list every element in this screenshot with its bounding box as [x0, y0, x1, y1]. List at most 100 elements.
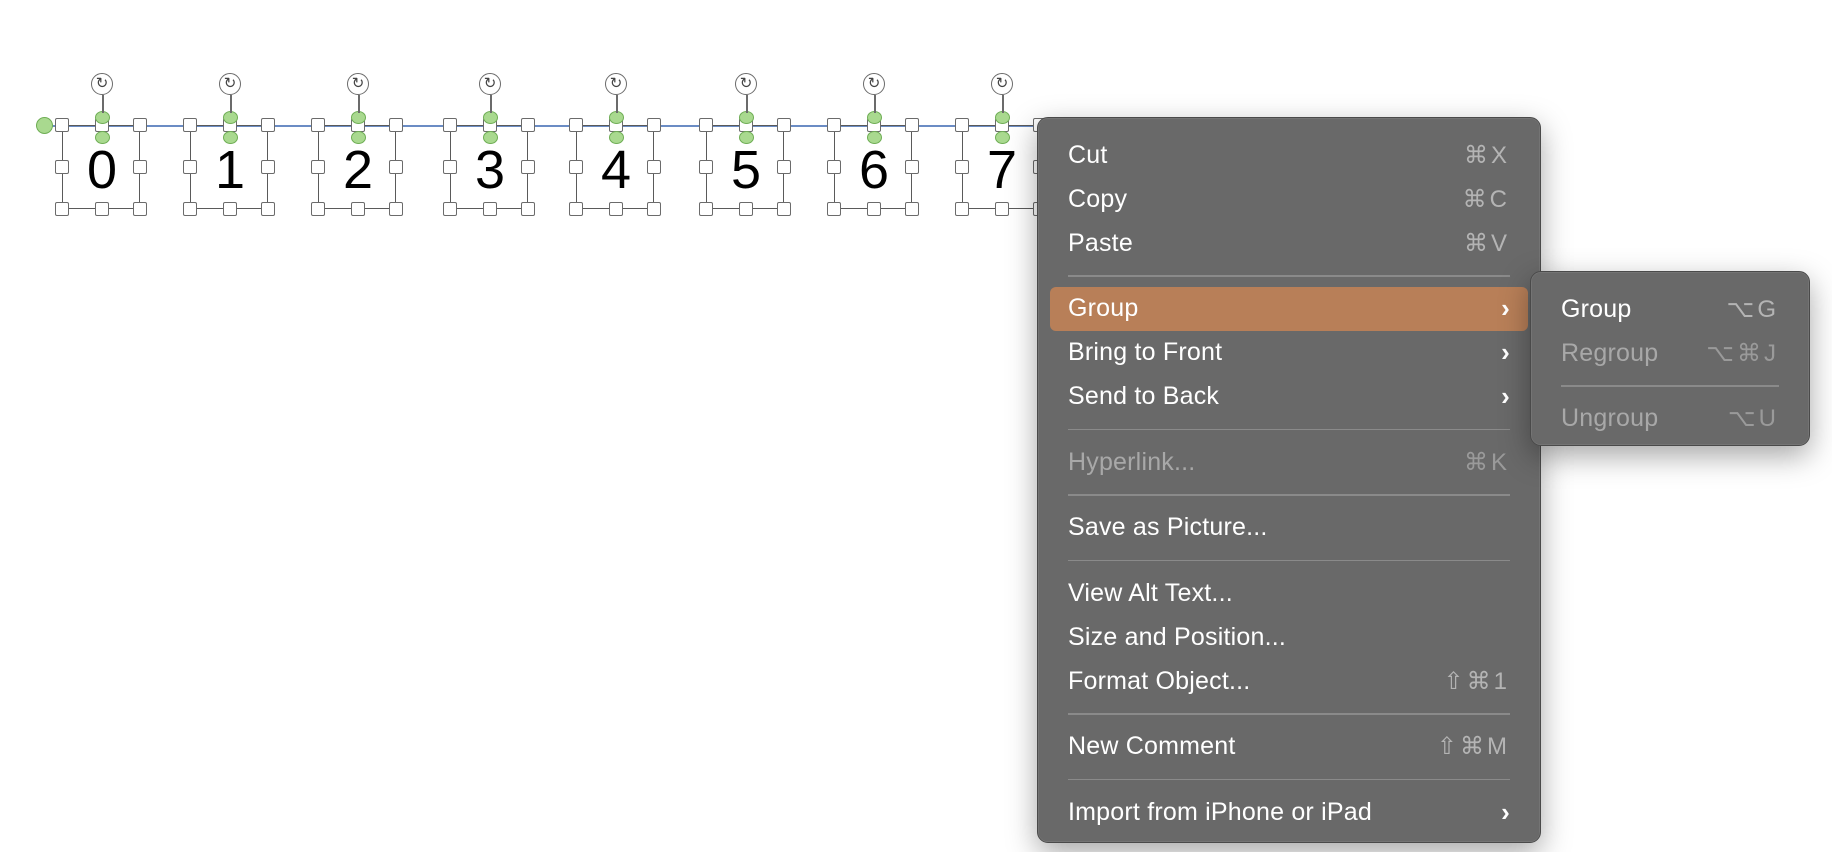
resize-handle[interactable]	[55, 160, 69, 174]
resize-handle[interactable]	[777, 202, 791, 216]
shortcut-label: ⌘X	[1463, 141, 1510, 169]
resize-handle[interactable]	[777, 118, 791, 132]
resize-handle[interactable]	[827, 202, 841, 216]
rotate-icon[interactable]: ↻	[347, 73, 369, 95]
resize-handle[interactable]	[699, 160, 713, 174]
rotate-icon[interactable]: ↻	[735, 73, 757, 95]
menu-item-cut[interactable]: Cut ⌘X	[1050, 133, 1528, 177]
rotate-icon[interactable]: ↻	[991, 73, 1013, 95]
resize-handle[interactable]	[699, 118, 713, 132]
line-start-handle[interactable]	[36, 117, 53, 134]
rotate-icon[interactable]: ↻	[605, 73, 627, 95]
submenu-item-group[interactable]: Group ⌥G	[1543, 287, 1797, 331]
resize-handle[interactable]	[647, 202, 661, 216]
resize-handle[interactable]	[569, 118, 583, 132]
resize-handle[interactable]	[133, 118, 147, 132]
resize-handle[interactable]	[223, 202, 237, 216]
resize-handle[interactable]	[183, 202, 197, 216]
resize-handle[interactable]	[443, 118, 457, 132]
menu-item-size-and-position[interactable]: Size and Position...	[1050, 615, 1528, 659]
menu-item-label: Import from iPhone or iPad	[1068, 797, 1372, 826]
menu-item-label: Paste	[1068, 228, 1133, 257]
resize-handle[interactable]	[777, 160, 791, 174]
rotate-icon[interactable]: ↻	[479, 73, 501, 95]
resize-handle[interactable]	[521, 202, 535, 216]
menu-item-send-to-back[interactable]: Send to Back ›	[1050, 375, 1528, 419]
resize-handle[interactable]	[955, 160, 969, 174]
menu-item-paste[interactable]: Paste ⌘V	[1050, 221, 1528, 265]
chevron-right-icon: ›	[1501, 337, 1510, 367]
resize-handle[interactable]	[955, 202, 969, 216]
adjustment-handle[interactable]	[223, 131, 238, 144]
rotate-icon[interactable]: ↻	[91, 73, 113, 95]
menu-item-label: Save as Picture...	[1068, 513, 1268, 541]
resize-handle[interactable]	[55, 202, 69, 216]
resize-handle[interactable]	[569, 202, 583, 216]
digit-label: 7	[986, 140, 1018, 200]
resize-handle[interactable]	[261, 118, 275, 132]
adjustment-handle[interactable]	[351, 131, 366, 144]
chevron-right-icon: ›	[1501, 293, 1510, 323]
menu-item-save-as-picture[interactable]: Save as Picture...	[1050, 506, 1528, 550]
resize-handle[interactable]	[261, 160, 275, 174]
resize-handle[interactable]	[443, 202, 457, 216]
digit-label: 6	[858, 140, 890, 200]
resize-handle[interactable]	[351, 202, 365, 216]
resize-handle[interactable]	[95, 202, 109, 216]
rotate-icon[interactable]: ↻	[219, 73, 241, 95]
adjustment-handle[interactable]	[95, 131, 110, 144]
digit-label: 3	[474, 140, 506, 200]
resize-handle[interactable]	[261, 202, 275, 216]
resize-handle[interactable]	[133, 202, 147, 216]
resize-handle[interactable]	[389, 118, 403, 132]
resize-handle[interactable]	[905, 118, 919, 132]
group-submenu: Group ⌥G Regroup ⌥⌘J Ungroup ⌥U	[1530, 271, 1810, 446]
rotation-stem	[874, 95, 876, 113]
shortcut-label: ⌘V	[1463, 229, 1510, 257]
resize-handle[interactable]	[389, 202, 403, 216]
resize-handle[interactable]	[521, 160, 535, 174]
menu-item-group[interactable]: Group ›	[1050, 286, 1528, 331]
menu-item-bring-to-front[interactable]: Bring to Front ›	[1050, 331, 1528, 375]
resize-handle[interactable]	[609, 202, 623, 216]
resize-handle[interactable]	[55, 118, 69, 132]
resize-handle[interactable]	[311, 118, 325, 132]
adjustment-handle[interactable]	[995, 131, 1010, 144]
menu-item-new-comment[interactable]: New Comment ⇧⌘M	[1050, 725, 1528, 769]
menu-item-format-object[interactable]: Format Object... ⇧⌘1	[1050, 659, 1528, 703]
resize-handle[interactable]	[483, 202, 497, 216]
rotation-stem	[746, 95, 748, 113]
adjustment-handle[interactable]	[867, 131, 882, 144]
rotate-icon[interactable]: ↻	[863, 73, 885, 95]
resize-handle[interactable]	[867, 202, 881, 216]
menu-item-label: Hyperlink...	[1068, 447, 1196, 476]
menu-item-view-alt-text[interactable]: View Alt Text...	[1050, 571, 1528, 615]
resize-handle[interactable]	[389, 160, 403, 174]
resize-handle[interactable]	[311, 160, 325, 174]
menu-item-label: Copy	[1068, 184, 1128, 213]
resize-handle[interactable]	[955, 118, 969, 132]
resize-handle[interactable]	[183, 118, 197, 132]
adjustment-handle[interactable]	[739, 131, 754, 144]
resize-handle[interactable]	[443, 160, 457, 174]
menu-item-copy[interactable]: Copy ⌘C	[1050, 177, 1528, 221]
resize-handle[interactable]	[647, 160, 661, 174]
menu-item-label: Regroup	[1561, 338, 1659, 367]
resize-handle[interactable]	[569, 160, 583, 174]
adjustment-handle[interactable]	[483, 131, 498, 144]
resize-handle[interactable]	[183, 160, 197, 174]
resize-handle[interactable]	[827, 160, 841, 174]
menu-item-import-from-iphone[interactable]: Import from iPhone or iPad ›	[1050, 790, 1528, 834]
resize-handle[interactable]	[827, 118, 841, 132]
resize-handle[interactable]	[699, 202, 713, 216]
resize-handle[interactable]	[647, 118, 661, 132]
adjustment-handle[interactable]	[609, 131, 624, 144]
resize-handle[interactable]	[905, 160, 919, 174]
menu-item-label: View Alt Text...	[1068, 578, 1233, 607]
resize-handle[interactable]	[995, 202, 1009, 216]
resize-handle[interactable]	[905, 202, 919, 216]
resize-handle[interactable]	[133, 160, 147, 174]
resize-handle[interactable]	[739, 202, 753, 216]
resize-handle[interactable]	[521, 118, 535, 132]
resize-handle[interactable]	[311, 202, 325, 216]
